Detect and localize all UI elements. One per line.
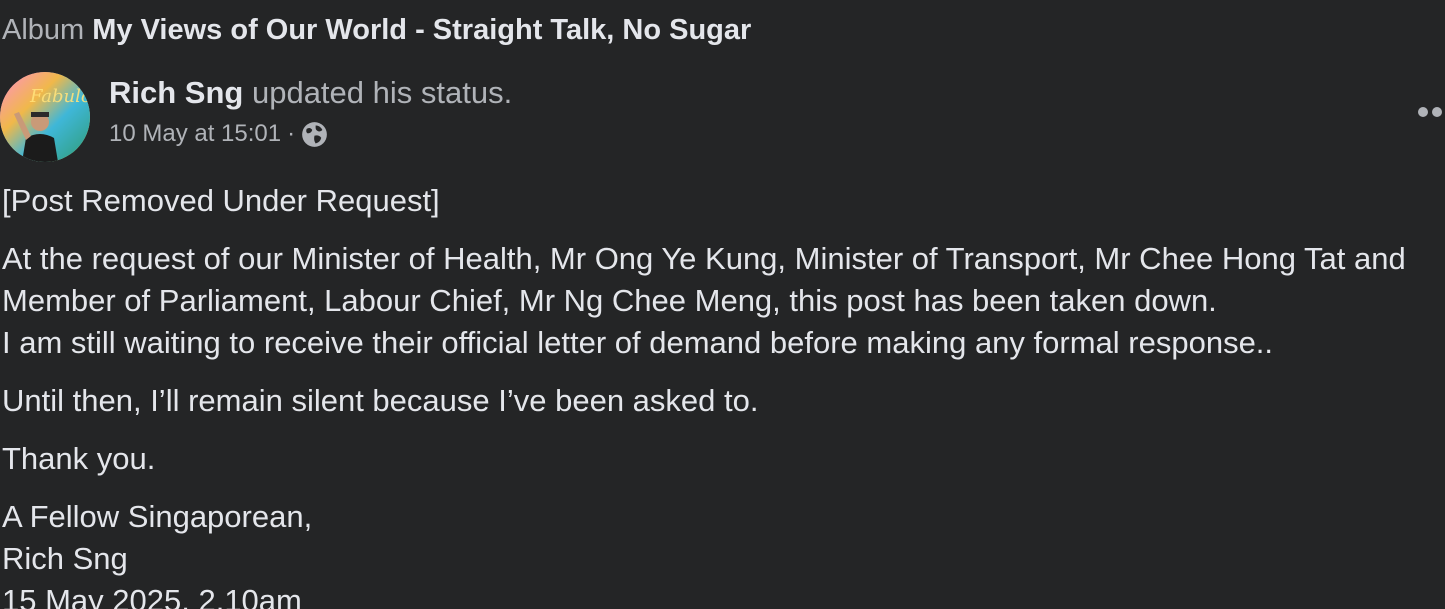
- post-paragraph: At the request of our Minister of Health…: [2, 238, 1445, 364]
- meta-separator: ·: [287, 120, 296, 147]
- post-text-line: Thank you.: [2, 441, 156, 476]
- post-text-line: 15 May 2025, 2.10am: [2, 583, 302, 609]
- avatar-image: Fabulous: [0, 72, 90, 162]
- post-text-line: Until then, I’ll remain silent because I…: [2, 383, 759, 418]
- post-paragraph: Thank you.: [2, 438, 1445, 480]
- album-header: Album My Views of Our World - Straight T…: [2, 12, 751, 48]
- avatar[interactable]: Fabulous: [0, 72, 90, 162]
- post-text-line: [Post Removed Under Request]: [2, 183, 440, 218]
- post-text-line: I am still waiting to receive their offi…: [2, 325, 1274, 360]
- post-text-line: A Fellow Singaporean,: [2, 499, 313, 534]
- post-paragraph: Until then, I’ll remain silent because I…: [2, 380, 1445, 422]
- post-timestamp-link[interactable]: 10 May at 15:01: [109, 118, 281, 150]
- author-name-link[interactable]: Rich Sng: [109, 75, 243, 110]
- post-text-line: At the request of our Minister of Health…: [2, 241, 1406, 276]
- post-meta: 10 May at 15:01 ·: [109, 118, 328, 150]
- post-body: [Post Removed Under Request] At the requ…: [2, 180, 1445, 609]
- globe-icon[interactable]: [301, 121, 328, 148]
- post-text-line: Member of Parliament, Labour Chief, Mr N…: [2, 283, 1217, 318]
- more-options-button[interactable]: [1412, 100, 1445, 124]
- album-title-link[interactable]: My Views of Our World - Straight Talk, N…: [92, 14, 751, 46]
- post-author-line: Rich Sng updated his status.: [109, 74, 512, 112]
- album-prefix: Album: [2, 14, 85, 46]
- post-paragraph: A Fellow Singaporean, Rich Sng 15 May 20…: [2, 496, 1445, 609]
- more-options-icon: [1418, 107, 1428, 117]
- post-text-line: Rich Sng: [2, 541, 128, 576]
- author-action: updated his status.: [251, 75, 513, 110]
- post-container: Album My Views of Our World - Straight T…: [0, 0, 1445, 609]
- more-options-icon-dot: [1432, 107, 1442, 117]
- svg-text:Fabulous: Fabulous: [29, 86, 90, 107]
- post-paragraph: [Post Removed Under Request]: [2, 180, 1445, 222]
